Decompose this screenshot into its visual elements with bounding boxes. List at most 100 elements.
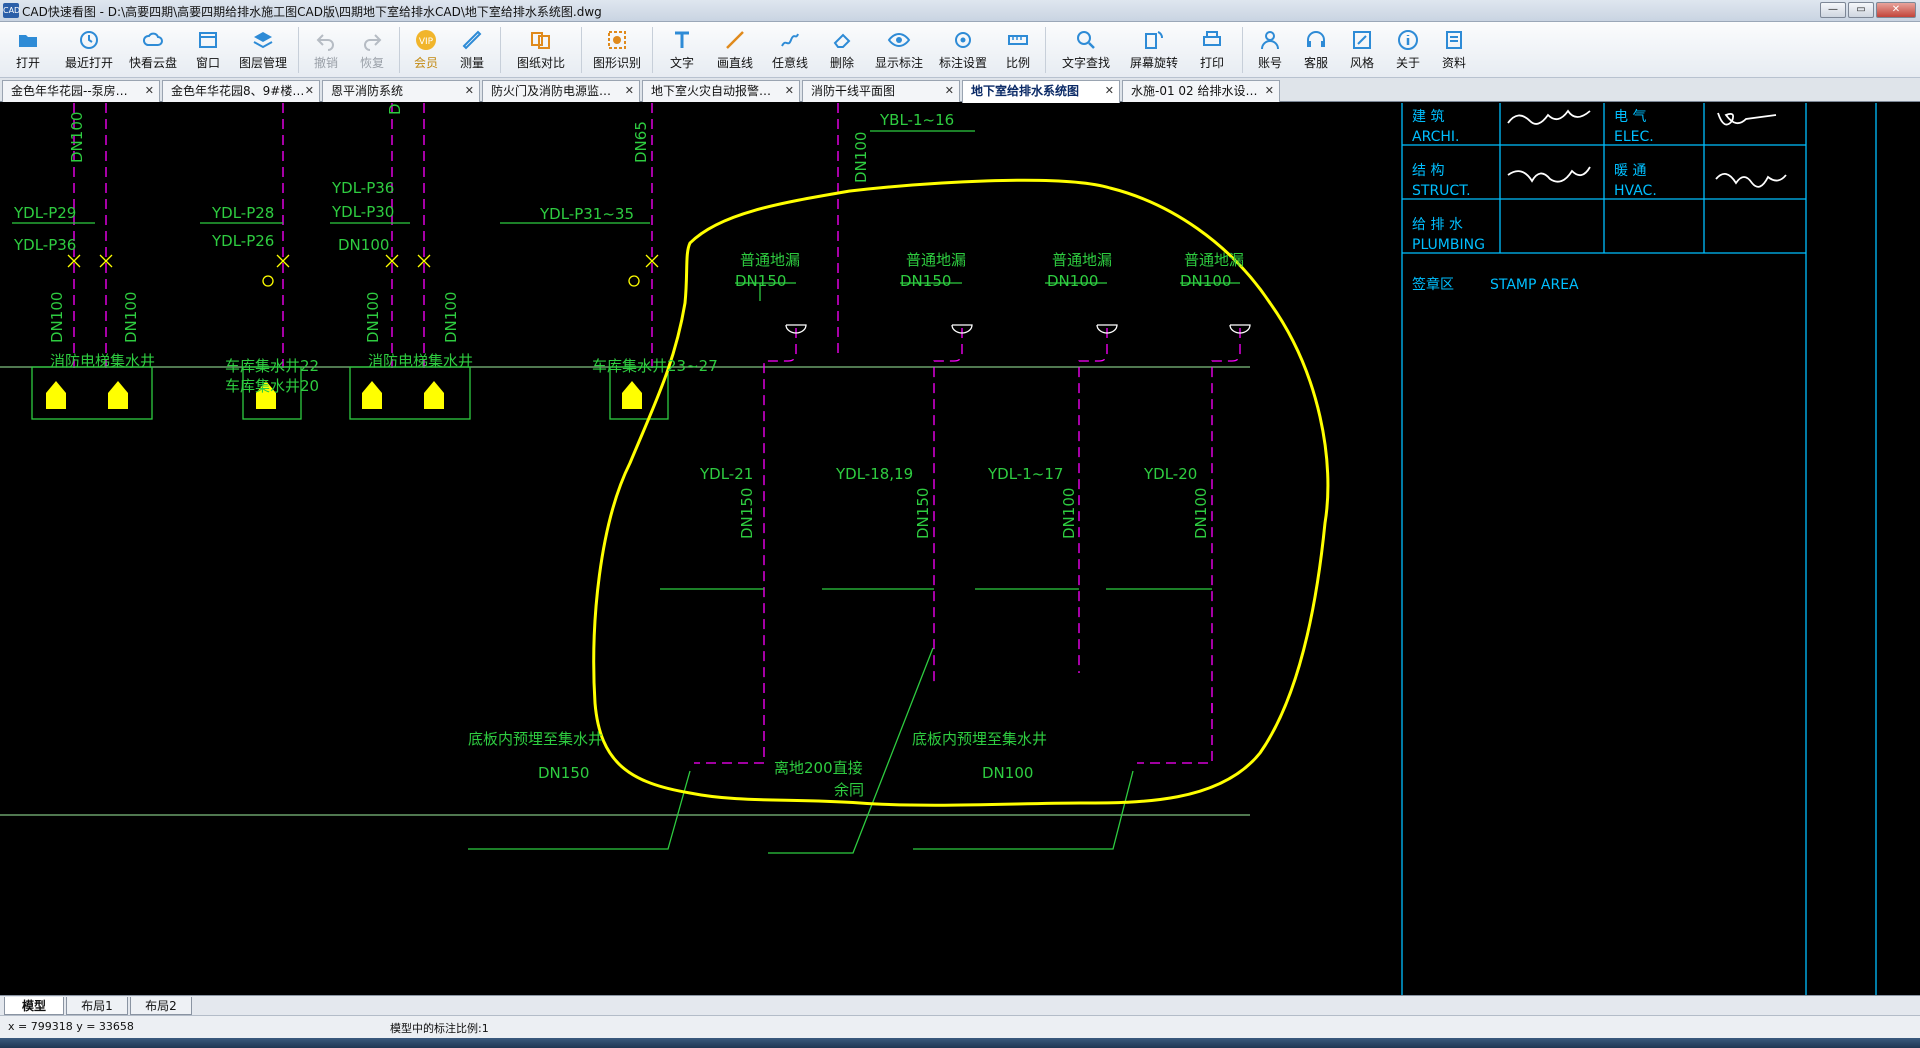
label-floor-drain-3: 普通地漏 [1052, 251, 1112, 269]
cursor-coordinates: x = 799318 y = 33658 [8, 1020, 134, 1033]
tb-hvac-cn: 暖 通 [1614, 163, 1646, 179]
close-tab-icon[interactable]: ✕ [1265, 81, 1274, 101]
toolbar-button-vip[interactable]: VIP 会员 [404, 22, 448, 78]
layout-tab[interactable]: 布局1 [66, 997, 128, 1015]
label-bottom-mid-note2: 余同 [834, 781, 864, 799]
close-tab-icon[interactable]: ✕ [625, 81, 634, 101]
document-tab-label: 地下室火灾自动报警… [651, 84, 772, 98]
toolbar-button-folder-open[interactable]: 打开 [0, 22, 56, 78]
label-bottom-right-note: 底板内预埋至集水井 [912, 730, 1047, 748]
signature-hvac [1715, 173, 1787, 188]
toolbar-button-layers[interactable]: 图层管理 [232, 22, 294, 78]
toolbar-button-cloud[interactable]: 快看云盘 [122, 22, 184, 78]
toolbar-button-eraser[interactable]: 删除 [817, 22, 867, 78]
label-pit-garage-20: 车库集水井20 [225, 377, 319, 395]
toolbar-button-scale[interactable]: 比例 [995, 22, 1041, 78]
label-dn100-b: DN100 [852, 132, 870, 183]
drain-risers [694, 328, 1241, 764]
toolbar-button-label: 关于 [1395, 56, 1420, 70]
toolbar-button-compare[interactable]: 图纸对比 [505, 22, 577, 78]
label-ydl-p26: YDL-P26 [211, 232, 274, 250]
toolbar-button-annotation-settings[interactable]: 标注设置 [931, 22, 995, 78]
toolbar-button-measure[interactable]: 测量 [448, 22, 496, 78]
scale-icon [1006, 28, 1030, 52]
document-tab-label: 金色年华花园8、9#楼… [171, 84, 305, 98]
toolbar-button-eye[interactable]: 显示标注 [867, 22, 931, 78]
toolbar-button-headset[interactable]: 客服 [1293, 22, 1339, 78]
toolbar-button-print[interactable]: 打印 [1186, 22, 1238, 78]
close-tab-icon[interactable]: ✕ [1105, 81, 1114, 101]
toolbar-button-label: 比例 [1005, 56, 1030, 70]
folder-open-icon [16, 28, 40, 52]
upper-leaders [12, 130, 975, 224]
document-tab[interactable]: 恩平消防系统 ✕ [322, 80, 480, 102]
vip-icon: VIP [414, 28, 438, 52]
tb-elec-cn: 电 气 [1614, 109, 1646, 125]
toolbar-button-recent[interactable]: 最近打开 [56, 22, 122, 78]
toolbar-button-rotate[interactable]: 屏幕旋转 [1122, 22, 1186, 78]
toolbar-button-label: 文字 [669, 56, 694, 70]
toolbar-button-freehand[interactable]: 任意线 [763, 22, 817, 78]
toolbar-separator [399, 27, 400, 73]
toolbar-button-text[interactable]: 文字 [657, 22, 707, 78]
toolbar-button-library[interactable]: 资料 [1431, 22, 1477, 78]
signature-elec [1717, 112, 1777, 126]
close-button[interactable]: ✕ [1876, 2, 1916, 18]
toolbar-button-label: 窗口 [195, 56, 220, 70]
toolbar-button-label: 会员 [413, 56, 438, 70]
toolbar-button-window[interactable]: 窗口 [184, 22, 232, 78]
tb-stamp-en: STAMP AREA [1490, 277, 1579, 293]
label-floor-drain-2: 普通地漏 [906, 251, 966, 269]
label-dn100-v2: DN100 [122, 292, 140, 343]
toolbar-button-label: 图形识别 [592, 56, 641, 70]
toolbar-button-text-search[interactable]: 文字查找 [1050, 22, 1122, 78]
document-tab[interactable]: 地下室给排水系统图 ✕ [962, 80, 1120, 103]
window-controls: — ▭ ✕ [1820, 2, 1916, 18]
toolbar-separator [500, 27, 501, 73]
undo-icon [314, 28, 338, 52]
toolbar-button-label: 打开 [15, 56, 40, 70]
cad-drawing[interactable]: DN100 DN65 DN100 DN YBL-1~16 YDL-P29 YDL… [0, 103, 1920, 995]
document-tab-label: 防火门及消防电源监… [491, 84, 612, 98]
document-tab[interactable]: 金色年华花园--泵房… ✕ [2, 80, 160, 102]
toolbar-button-line[interactable]: 画直线 [707, 22, 763, 78]
toolbar-button-undo[interactable]: 撤销 [303, 22, 349, 78]
document-tab[interactable]: 消防干线平面图 ✕ [802, 80, 960, 102]
document-tab[interactable]: 金色年华花园8、9#楼… ✕ [162, 80, 320, 102]
document-tab[interactable]: 防火门及消防电源监… ✕ [482, 80, 640, 102]
toolbar-button-label: 标注设置 [938, 56, 987, 70]
label-dn100-v3: DN100 [364, 292, 382, 343]
label-fd-dn-2: DN150 [900, 272, 951, 290]
label-ybl: YBL-1~16 [879, 111, 954, 129]
layout-tab[interactable]: 模型 [4, 997, 64, 1015]
annotation-scale: 模型中的标注比例:1 [390, 1022, 489, 1035]
toolbar-button-label: 账号 [1257, 56, 1282, 70]
toolbar-button-shape-recognize[interactable]: 图形识别 [586, 22, 648, 78]
cloud-icon [141, 28, 165, 52]
close-tab-icon[interactable]: ✕ [945, 81, 954, 101]
toolbar-button-redo[interactable]: 恢复 [349, 22, 395, 78]
label-riser-dn-3: DN100 [1060, 488, 1078, 539]
tb-plumb-cn: 给 排 水 [1412, 217, 1463, 233]
close-tab-icon[interactable]: ✕ [465, 81, 474, 101]
toolbar-button-info[interactable]: 关于 [1385, 22, 1431, 78]
label-fd-dn-1: DN150 [735, 272, 786, 290]
close-tab-icon[interactable]: ✕ [145, 81, 154, 101]
close-tab-icon[interactable]: ✕ [305, 81, 314, 101]
window-icon [196, 28, 220, 52]
headset-icon [1304, 28, 1328, 52]
layout-tab[interactable]: 布局2 [130, 997, 192, 1015]
toolbar-button-label: 画直线 [716, 56, 753, 70]
document-tab[interactable]: 水施-01 02 给排水设… ✕ [1122, 80, 1280, 102]
document-tab[interactable]: 地下室火灾自动报警… ✕ [642, 80, 800, 102]
maximize-button[interactable]: ▭ [1848, 2, 1874, 18]
label-dn100-c: DN100 [338, 236, 389, 254]
drawing-canvas[interactable]: DN100 DN65 DN100 DN YBL-1~16 YDL-P29 YDL… [0, 103, 1920, 995]
app-logo-icon: CAD [3, 3, 20, 18]
minimize-button[interactable]: — [1820, 2, 1846, 18]
toolbar-button-style[interactable]: 风格 [1339, 22, 1385, 78]
compare-icon [529, 28, 553, 52]
toolbar-button-label: 显示标注 [874, 56, 923, 70]
close-tab-icon[interactable]: ✕ [785, 81, 794, 101]
toolbar-button-account[interactable]: 账号 [1247, 22, 1293, 78]
